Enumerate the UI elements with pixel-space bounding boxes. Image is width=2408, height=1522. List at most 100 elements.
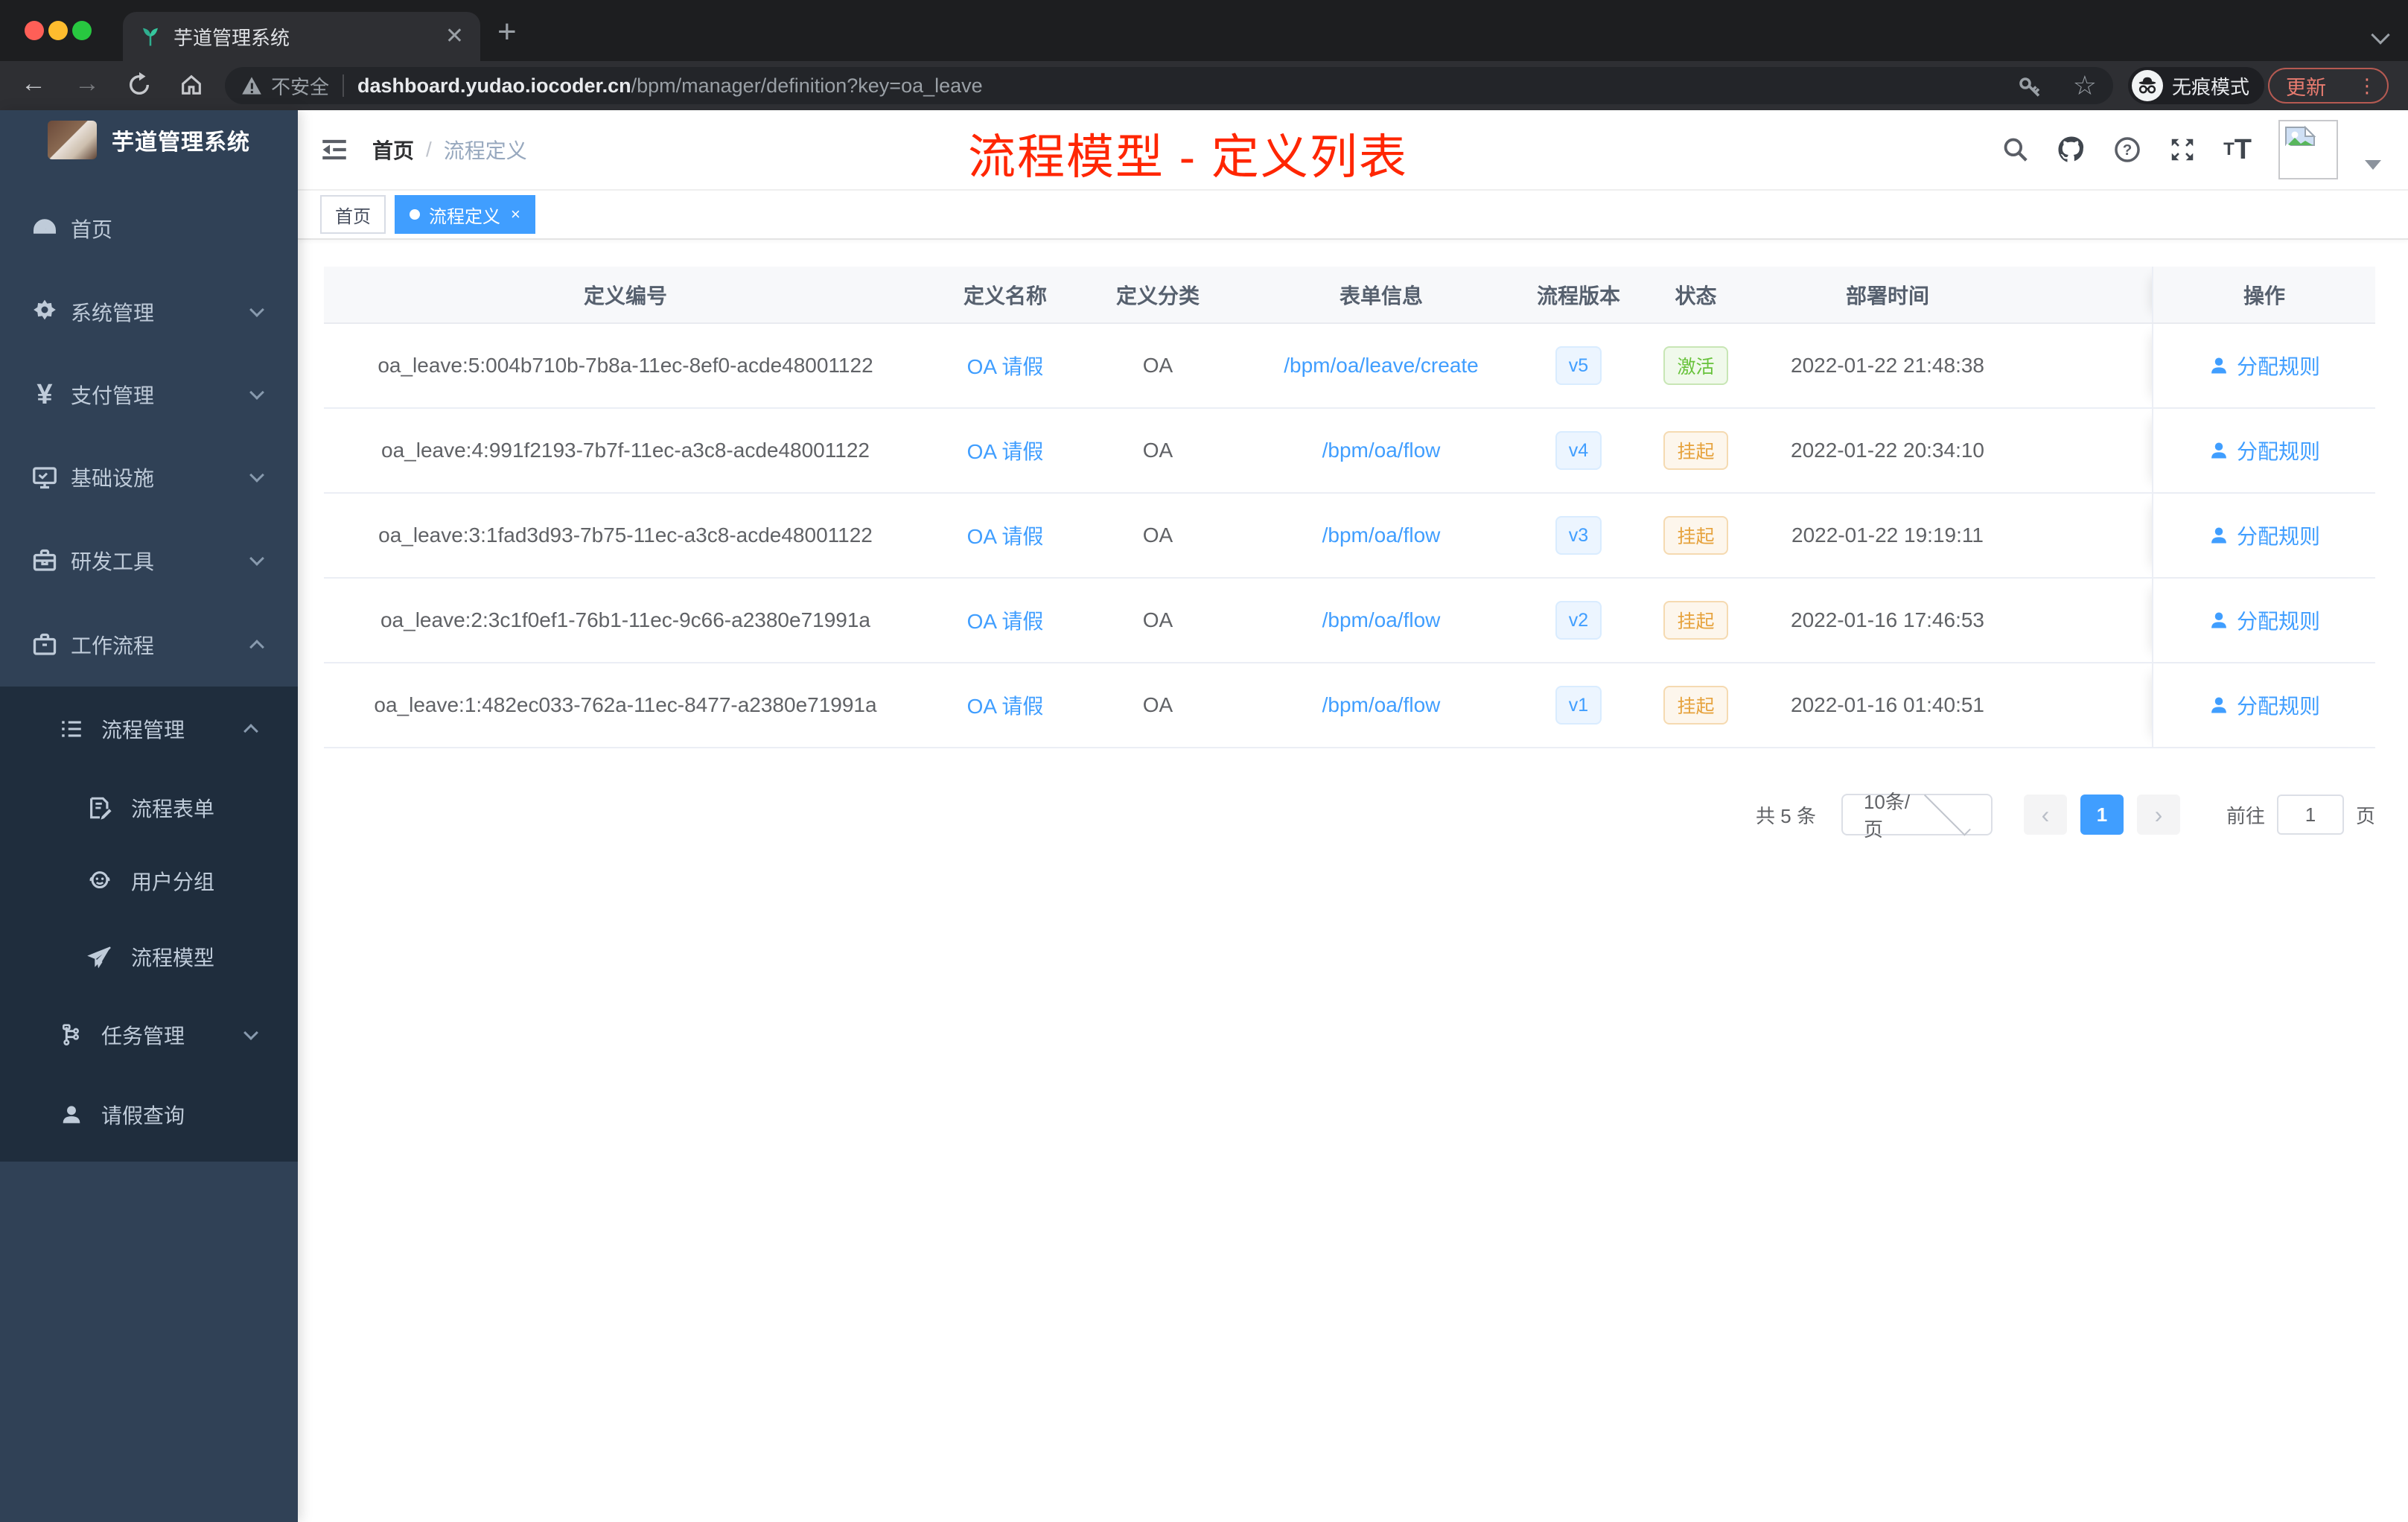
browser-update-menu-button[interactable]: 更新 ⋮ [2268, 68, 2389, 104]
user-icon [2211, 357, 2226, 374]
sidebar-item-process-form[interactable]: 流程表单 [0, 787, 298, 829]
sidebar-item-workflow[interactable]: 工作流程 [0, 624, 298, 666]
close-window-button[interactable] [25, 21, 44, 40]
gear-icon [30, 299, 60, 325]
form-link[interactable]: /bpm/oa/flow [1322, 608, 1441, 632]
url-omnibox[interactable]: 不安全 dashboard.yudao.iocoder.cn/bpm/manag… [225, 67, 2113, 104]
col-spacer [2010, 267, 2152, 322]
assign-rule-link[interactable]: 分配规则 [2208, 605, 2320, 635]
sidebar-item-process-management[interactable]: 流程管理 [0, 708, 298, 750]
col-process-version: 流程版本 [1536, 284, 1620, 308]
cell-definition-id: oa_leave:4:991f2193-7b7f-11ec-a3c8-acde4… [381, 439, 870, 462]
assign-rule-link[interactable]: 分配规则 [2208, 351, 2320, 380]
form-link[interactable]: /bpm/oa/flow [1322, 439, 1441, 462]
definition-name-link[interactable]: OA 请假 [967, 605, 1044, 635]
goto-page-input[interactable] [2276, 795, 2344, 835]
workflow-submenu-panel [0, 687, 298, 1162]
sidebar-item-leave-query[interactable]: 请假查询 [0, 1094, 298, 1136]
bookmark-star-icon[interactable]: ☆ [2073, 70, 2097, 101]
minimize-window-button[interactable] [48, 21, 68, 40]
pagination: 共 5 条 10条/页 ‹ 1 › 前往 页 [324, 789, 2375, 841]
reload-button[interactable] [127, 72, 152, 104]
fullscreen-icon[interactable] [2168, 136, 2197, 164]
definition-name-link[interactable]: OA 请假 [967, 436, 1044, 465]
col-definition-id: 定义编号 [583, 284, 667, 308]
help-icon[interactable]: ? [2113, 136, 2141, 164]
chevron-down-icon [249, 551, 264, 566]
search-icon[interactable] [2001, 136, 2030, 164]
sidebar-collapse-icon[interactable] [319, 134, 350, 169]
tag-process-definition[interactable]: 流程定义 × [395, 195, 535, 234]
table-header-row: 定义编号 定义名称 定义分类 表单信息 流程版本 状态 部署时间 操作 [324, 267, 2375, 324]
chevron-down-icon [243, 1025, 258, 1040]
next-page-button[interactable]: › [2136, 795, 2180, 835]
monitor-icon [30, 464, 60, 491]
current-page-button[interactable]: 1 [2080, 795, 2124, 835]
definition-table: 定义编号 定义名称 定义分类 表单信息 流程版本 状态 部署时间 操作 oa_l… [324, 267, 2375, 748]
cell-deploy-time: 2022-01-22 20:34:10 [1791, 439, 1984, 462]
table-row: oa_leave:3:1fad3d93-7b75-11ec-a3c8-acde4… [324, 494, 2375, 579]
sidebar-item-process-model[interactable]: 流程模型 [0, 936, 298, 978]
assign-rule-link[interactable]: 分配规则 [2208, 690, 2320, 720]
url-host: dashboard.yudao.iocoder.cn [357, 74, 631, 97]
logo-row[interactable]: 芋道管理系统 [0, 110, 298, 194]
forward-button[interactable]: → [74, 69, 100, 98]
form-link[interactable]: /bpm/oa/flow [1322, 693, 1441, 717]
prev-page-button[interactable]: ‹ [2023, 795, 2067, 835]
chevron-up-icon [243, 724, 258, 739]
table-row: oa_leave:2:3c1f0ef1-76b1-11ec-9c66-a2380… [324, 579, 2375, 663]
version-badge: v2 [1555, 601, 1602, 640]
github-icon[interactable] [2057, 135, 2086, 165]
tab-close-icon[interactable]: ✕ [445, 25, 464, 48]
avatar-dropdown-caret-icon[interactable] [2365, 159, 2381, 170]
font-size-icon[interactable]: TT [2223, 134, 2252, 166]
incognito-badge: 无痕模式 [2128, 67, 2265, 104]
sidebar-item-task-management[interactable]: 任务管理 [0, 1014, 298, 1056]
password-key-icon[interactable] [2016, 72, 2043, 99]
status-badge: 挂起 [1663, 601, 1728, 640]
sidebar-item-infrastructure[interactable]: 基础设施 [0, 456, 298, 498]
browser-tab[interactable]: 芋道管理系统 ✕ [123, 12, 480, 61]
cell-deploy-time: 2022-01-22 21:48:38 [1791, 354, 1984, 377]
home-button[interactable] [179, 72, 204, 104]
sidebar-item-home[interactable]: 首页 [0, 208, 298, 249]
sidebar: 芋道管理系统 首页 系统管理 ¥ 支付管理 基础设施 研发工具 工作流程 流程管… [0, 110, 298, 1522]
person-icon [57, 1102, 86, 1127]
assign-rule-link[interactable]: 分配规则 [2208, 520, 2320, 550]
chevron-down-icon [1924, 789, 1972, 836]
page-size-select[interactable]: 10条/页 [1841, 789, 1993, 841]
assign-rule-link[interactable]: 分配规则 [2208, 436, 2320, 465]
cell-definition-id: oa_leave:3:1fad3d93-7b75-11ec-a3c8-acde4… [378, 523, 873, 547]
form-link[interactable]: /bpm/oa/flow [1322, 523, 1441, 547]
tag-close-icon[interactable]: × [511, 205, 520, 224]
sidebar-item-payment[interactable]: ¥ 支付管理 [0, 374, 298, 415]
avatar-logo-image [48, 121, 97, 159]
tag-home[interactable]: 首页 [320, 195, 386, 234]
back-button[interactable]: ← [21, 69, 46, 98]
security-label: 不安全 [271, 75, 330, 98]
col-form-info: 表单信息 [1339, 284, 1423, 308]
sidebar-item-dev-tools[interactable]: 研发工具 [0, 540, 298, 582]
table-row: oa_leave:1:482ec033-762a-11ec-8477-a2380… [324, 663, 2375, 748]
breadcrumb-home[interactable]: 首页 [372, 135, 414, 165]
cell-category: OA [1142, 354, 1173, 377]
tab-search-chevron-icon[interactable] [2371, 25, 2390, 45]
cell-deploy-time: 2022-01-16 01:40:51 [1791, 693, 1984, 716]
new-tab-button[interactable]: + [497, 13, 517, 51]
cell-deploy-time: 2022-01-22 19:19:11 [1791, 523, 1984, 547]
sidebar-item-system[interactable]: 系统管理 [0, 291, 298, 333]
chevron-up-icon [249, 640, 264, 655]
maximize-window-button[interactable] [72, 21, 92, 40]
definition-name-link[interactable]: OA 请假 [967, 351, 1044, 380]
user-avatar[interactable] [2278, 120, 2338, 179]
definition-name-link[interactable]: OA 请假 [967, 690, 1044, 720]
tab-title: 芋道管理系统 [173, 26, 290, 49]
page-unit-label: 页 [2355, 804, 2375, 827]
definition-name-link[interactable]: OA 请假 [967, 520, 1044, 550]
col-definition-name: 定义名称 [963, 284, 1047, 308]
cell-deploy-time: 2022-01-16 17:46:53 [1791, 608, 1984, 631]
sidebar-item-user-groups[interactable]: 用户分组 [0, 860, 298, 902]
user-icon [2211, 442, 2226, 459]
form-link[interactable]: /bpm/oa/leave/create [1284, 354, 1479, 378]
version-badge: v3 [1555, 516, 1602, 555]
